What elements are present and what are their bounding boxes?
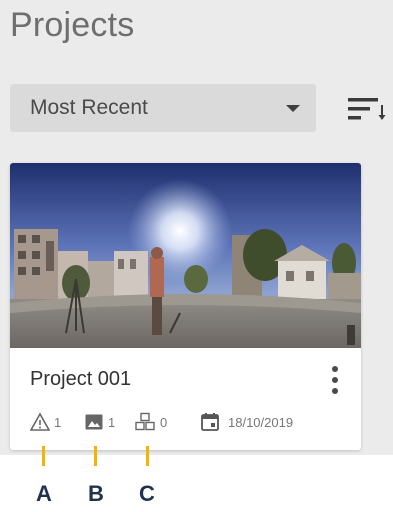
models-stat: 0 [134, 411, 167, 433]
models-count: 0 [160, 414, 168, 430]
image-icon [85, 414, 103, 430]
issues-count: 1 [54, 414, 62, 430]
callout-line-c [146, 446, 149, 466]
issues-stat: 1 [30, 411, 61, 433]
sort-selected-label: Most Recent [30, 96, 148, 119]
warning-triangle-icon [30, 412, 50, 431]
page-title: Projects [10, 6, 135, 44]
more-vertical-icon[interactable] [324, 363, 346, 397]
callout-label-b: B [88, 481, 104, 506]
images-count: 1 [108, 414, 116, 430]
date-stat: 18/10/2019 [200, 411, 293, 433]
images-stat: 1 [84, 411, 115, 433]
cubes-icon [135, 412, 155, 431]
project-date: 18/10/2019 [228, 414, 294, 430]
project-thumbnail[interactable] [10, 163, 361, 348]
callout-line-b [94, 446, 97, 466]
projects-screen: Projects Most Recent Project 001 1 1 0 1… [0, 0, 393, 455]
calendar-icon [201, 413, 219, 431]
callout-line-a [42, 446, 45, 466]
project-card[interactable]: Project 001 1 1 0 18/10/2019 [10, 163, 361, 450]
project-title: Project 001 [30, 368, 132, 390]
callout-label-a: A [36, 481, 52, 506]
caret-down-icon [286, 105, 300, 112]
sort-lines-icon[interactable] [348, 96, 388, 122]
callout-label-c: C [139, 481, 155, 506]
sort-dropdown[interactable]: Most Recent [10, 84, 316, 132]
